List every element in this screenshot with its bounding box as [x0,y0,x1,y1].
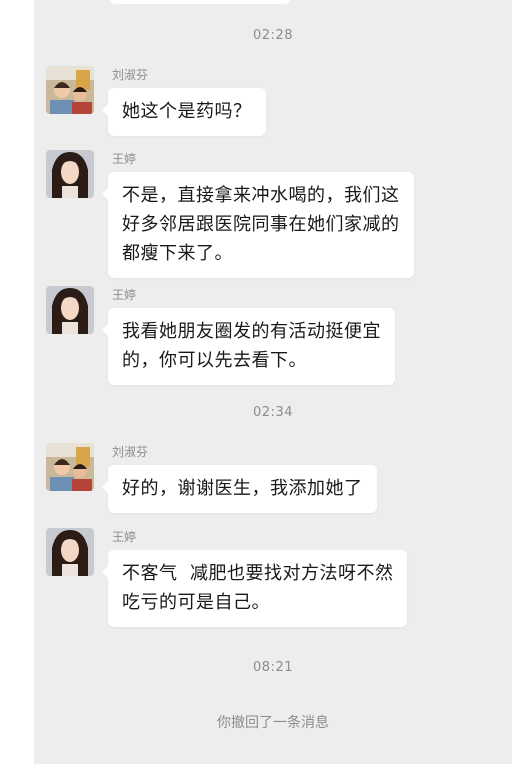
avatar-liu[interactable] [46,66,94,114]
avatar-wang[interactable] [46,528,94,576]
message-bubble[interactable]: 我看她朋友圈发的有活动挺便宜 的，你可以先去看下。 [102,308,395,385]
sender-name: 王婷 [112,530,137,544]
timestamp: 02:34 [253,405,293,420]
message-text-line: 我看她朋友圈发的有活动挺便宜 [122,321,381,342]
message-text-line: 的，你可以先去看下。 [122,350,307,371]
message-text-line: 好多邻居跟医院同事在她们家减的 [122,214,400,235]
message-text-line: 都瘦下来了。 [122,243,233,264]
message-text-line: 吃亏的可是自己。 [122,592,270,613]
sender-name: 王婷 [112,152,137,166]
previous-message-bubble [110,0,290,4]
message-text-line: 不客气 减肥也要找对方法呀不然 [122,563,394,584]
chat-panel: 02:28 刘淑芬 她这个是药吗？ 王婷 不是，直接拿来冲水喝的，我们这 好多邻… [34,0,512,764]
timestamp: 08:21 [253,660,293,675]
sender-name: 刘淑芬 [112,68,149,82]
message-bubble[interactable]: 她这个是药吗？ [102,88,266,136]
recall-notice: 你撤回了一条消息 [217,715,329,731]
avatar-liu[interactable] [46,443,94,491]
avatar-wang[interactable] [46,150,94,198]
message-bubble[interactable]: 不是，直接拿来冲水喝的，我们这 好多邻居跟医院同事在她们家减的 都瘦下来了。 [102,172,414,278]
message-bubble[interactable]: 好的，谢谢医生，我添加她了 [102,465,377,513]
message-text-line: 她这个是药吗？ [122,101,252,122]
message-bubble[interactable]: 不客气 减肥也要找对方法呀不然 吃亏的可是自己。 [101,550,408,627]
message-text-line: 好的，谢谢医生，我添加她了 [122,478,363,499]
sender-name: 王婷 [112,288,137,302]
avatar-wang[interactable] [46,286,94,334]
timestamp: 02:28 [253,28,293,43]
message-text-line: 不是，直接拿来冲水喝的，我们这 [122,185,400,206]
sender-name: 刘淑芬 [112,445,149,459]
